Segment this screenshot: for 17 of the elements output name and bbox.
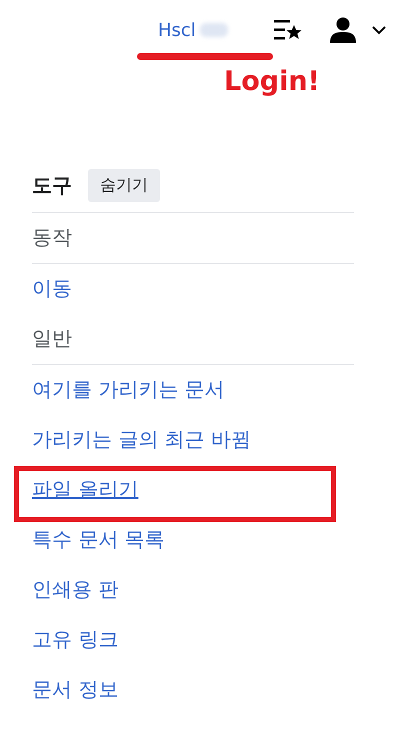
section-label: 일반 bbox=[32, 326, 72, 350]
tool-link[interactable]: 특수 문서 목록 bbox=[32, 527, 165, 551]
tool-link[interactable]: 이동 bbox=[32, 276, 72, 300]
tool-link[interactable]: 파일 올리기 bbox=[32, 477, 138, 501]
tool-link[interactable]: 가리키는 글의 최근 바뀜 bbox=[32, 427, 252, 451]
annotation-text: Login! bbox=[223, 66, 321, 97]
username-link[interactable]: Hscl bbox=[158, 20, 228, 40]
tool-link[interactable]: 인쇄용 판 bbox=[32, 577, 118, 601]
user-icon[interactable] bbox=[330, 17, 356, 43]
watchlist-icon[interactable] bbox=[274, 19, 302, 41]
chevron-down-icon[interactable] bbox=[372, 26, 386, 34]
tool-link[interactable]: 여기를 가리키는 문서 bbox=[32, 377, 225, 401]
section-label: 동작 bbox=[32, 225, 72, 249]
tool-link[interactable]: 고유 링크 bbox=[32, 627, 118, 651]
tool-link[interactable]: 문서 정보 bbox=[32, 677, 118, 701]
tools-heading: 도구 bbox=[32, 172, 72, 199]
hide-button[interactable]: 숨기기 bbox=[88, 169, 160, 202]
